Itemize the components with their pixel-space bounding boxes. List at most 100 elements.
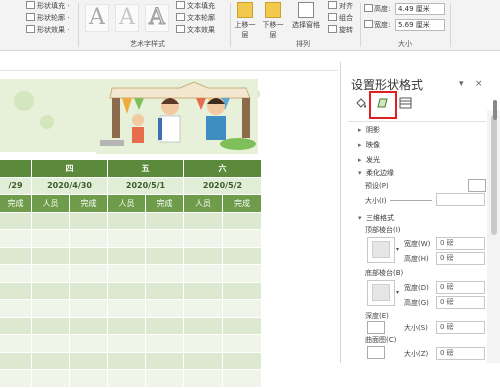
day-cell: [0, 160, 32, 178]
sub-header-cell: 人员: [31, 194, 70, 213]
depth-size-input[interactable]: 0 磅: [436, 321, 485, 334]
section-soft-edges[interactable]: ▾ 柔化边缘: [358, 168, 394, 178]
top-bevel-width-input[interactable]: 0 磅: [436, 237, 485, 250]
date-cell: 2020/5/2: [183, 177, 262, 195]
height-label: 高度:: [374, 5, 391, 13]
bottom-bevel-height-label: 高度(G): [404, 299, 429, 307]
chevron-down-icon: ▾: [358, 214, 362, 222]
date-cell: /29: [0, 177, 32, 195]
text-fill-icon: [176, 1, 185, 9]
ribbon-divider: [230, 3, 231, 47]
section-glow[interactable]: ▸ 发光: [358, 155, 380, 165]
text-outline-icon: [176, 13, 185, 21]
bottom-bevel-width-input[interactable]: 0 磅: [436, 281, 485, 294]
wordart-style-2[interactable]: A: [115, 4, 139, 32]
sub-header-cell: 完成: [69, 194, 108, 213]
pane-options-button[interactable]: ▾: [459, 79, 464, 89]
chevron-down-icon[interactable]: ▾: [396, 246, 399, 253]
date-cell: 2020/5/1: [107, 177, 184, 195]
bring-forward-button[interactable]: 上移一层: [234, 2, 256, 40]
decor-circle: [40, 115, 54, 129]
day-header-row: 四 五 六: [0, 160, 262, 178]
wordart-group-label: 艺术字样式: [130, 40, 165, 48]
section-reflection[interactable]: ▸ 映像: [358, 140, 380, 150]
ribbon-divider: [360, 3, 361, 47]
rotate-button[interactable]: 旋转: [328, 25, 353, 35]
top-bevel-width-label: 宽度(W): [404, 240, 431, 248]
table-row: [0, 282, 262, 300]
section-3d-format[interactable]: ▾ 三维格式: [358, 213, 394, 223]
chevron-right-icon: ▸: [358, 126, 362, 134]
section-shadow[interactable]: ▸ 阴影: [358, 125, 380, 135]
contour-color-button[interactable]: [367, 346, 385, 359]
decor-circle: [14, 91, 34, 111]
depth-label: 深度(E): [365, 312, 389, 320]
send-backward-icon: [265, 2, 281, 18]
paint-bucket-icon: [26, 1, 35, 9]
top-bevel-height-input[interactable]: 0 磅: [436, 252, 485, 265]
text-fill-button[interactable]: 文本填充: [176, 1, 215, 11]
sub-header-cell: 人员: [183, 194, 223, 213]
send-backward-button[interactable]: 下移一层: [262, 2, 284, 40]
date-header-row: /29 2020/4/30 2020/5/1 2020/5/2: [0, 177, 262, 195]
size-properties-tab-icon[interactable]: [399, 97, 412, 109]
effects-icon: [26, 25, 35, 33]
bottom-bevel-width-label: 宽度(D): [404, 284, 429, 292]
depth-color-button[interactable]: [367, 321, 385, 334]
group-button[interactable]: 组合: [328, 13, 353, 23]
size-group-label: 大小: [398, 40, 412, 48]
text-outline-button[interactable]: 文本轮廓: [176, 13, 215, 23]
contour-label: 曲面图(C): [365, 336, 397, 344]
contour-size-input[interactable]: 0 磅: [436, 347, 485, 360]
soft-edge-size-label: 大小(I): [365, 197, 387, 205]
group-icon: [328, 13, 337, 21]
table-row: [0, 247, 262, 265]
table-row: [0, 212, 262, 230]
top-bevel-label: 顶部棱台(I): [365, 226, 401, 234]
sub-header-cell: 完成: [0, 194, 32, 213]
contour-size-label: 大小(Z): [404, 350, 429, 358]
cartoon-illustration: [96, 80, 258, 154]
day-cell: 五: [107, 160, 184, 178]
shape-fill-button[interactable]: 形状填充 ·: [26, 1, 69, 11]
arrange-group-label: 排列: [296, 40, 310, 48]
height-input[interactable]: 4.49 厘米: [395, 3, 445, 15]
sub-header-cell: 完成: [145, 194, 184, 213]
sub-header-cell: 人员: [107, 194, 146, 213]
shape-outline-button[interactable]: 形状轮廓 ·: [26, 13, 69, 23]
align-button[interactable]: 对齐: [328, 1, 353, 11]
text-effects-button[interactable]: 文本效果: [176, 25, 215, 35]
width-input[interactable]: 5.69 厘米: [395, 19, 445, 31]
effects-tab-highlight: [369, 91, 397, 119]
fill-line-tab-icon[interactable]: [355, 97, 368, 109]
pane-scroll-thumb[interactable]: [491, 115, 497, 235]
bottom-bevel-height-input[interactable]: 0 磅: [436, 296, 485, 309]
bottom-bevel-picker[interactable]: [367, 280, 395, 306]
sub-header-cell: 完成: [222, 194, 262, 213]
preset-dropdown[interactable]: [468, 179, 486, 192]
rotate-icon: [328, 25, 337, 33]
text-effects-icon: [176, 25, 185, 33]
soft-edge-slider[interactable]: [390, 200, 432, 201]
pane-close-button[interactable]: ×: [475, 79, 483, 89]
width-label: 宽度:: [374, 21, 391, 29]
wordart-style-1[interactable]: A: [85, 4, 109, 32]
day-cell: 四: [31, 160, 108, 178]
soft-edge-size-input[interactable]: [436, 193, 485, 206]
top-bevel-picker[interactable]: [367, 237, 395, 263]
bottom-bevel-label: 底部棱台(B): [365, 269, 404, 277]
preset-label: 预设(P): [365, 182, 389, 190]
chevron-down-icon[interactable]: ▾: [396, 289, 399, 296]
wordart-style-3[interactable]: A: [145, 4, 169, 32]
day-cell: 六: [183, 160, 262, 178]
pen-icon: [26, 13, 35, 21]
shape-effects-button[interactable]: 形状效果 ·: [26, 25, 69, 35]
chevron-right-icon: ▸: [358, 156, 362, 164]
window-scroll-indicator[interactable]: [493, 100, 497, 120]
selection-pane-button[interactable]: 选择窗格: [292, 2, 320, 30]
sub-header-row: 完成 人员 完成 人员 完成 人员 完成: [0, 194, 262, 213]
table-row: [0, 334, 262, 353]
align-icon: [328, 1, 337, 9]
ribbon-divider: [450, 3, 451, 47]
table-row: [0, 369, 262, 388]
